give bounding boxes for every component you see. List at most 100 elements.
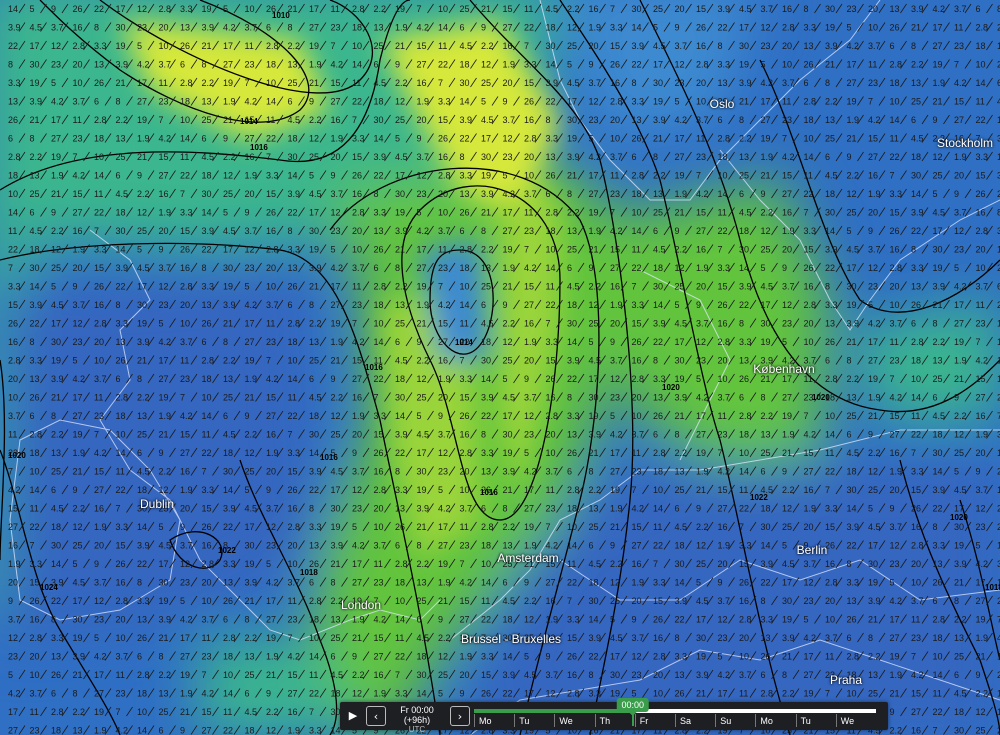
wind-value: 26 xyxy=(653,411,663,421)
wind-value: 4.5 xyxy=(954,485,967,495)
wind-value: 7 xyxy=(352,319,357,329)
timeline-day[interactable]: We xyxy=(835,714,854,727)
wind-value: 9 xyxy=(782,467,787,477)
wind-value: 2.2 xyxy=(782,485,795,495)
timeline-day[interactable]: Tu xyxy=(514,714,529,727)
wind-value: 3.7 xyxy=(610,152,623,162)
city-brussel[interactable]: Brussel - Bruxelles xyxy=(461,632,561,646)
timeline-day[interactable]: Mo xyxy=(474,714,492,727)
wind-value: 3.9 xyxy=(202,23,215,33)
wind-value: 3.7 xyxy=(632,430,645,440)
wind-value: 10 xyxy=(438,4,448,14)
wind-value: 9 xyxy=(245,411,250,421)
city-dublin[interactable]: Dublin xyxy=(140,497,174,511)
timeline-day[interactable]: Tu xyxy=(795,714,811,727)
play-button[interactable]: ▶ xyxy=(344,706,362,724)
isobar-label: 1020 xyxy=(950,513,968,522)
wind-value: 18 xyxy=(546,226,556,236)
wind-value: 3.9 xyxy=(481,393,494,403)
timeline-track[interactable] xyxy=(474,709,876,713)
wind-value: 5 xyxy=(51,282,56,292)
wind-value: 3.9 xyxy=(137,541,150,551)
wind-value: 4.5 xyxy=(933,411,946,421)
wind-value: 16 xyxy=(8,541,18,551)
wind-value: 20 xyxy=(653,670,663,680)
wind-value: 6 xyxy=(847,633,852,643)
timeline-current-marker[interactable]: 00:00 xyxy=(616,698,650,716)
wind-value: 4.5 xyxy=(675,522,688,532)
wind-value: 12 xyxy=(804,578,814,588)
wind-value: 17 xyxy=(417,245,427,255)
wind-value: 8 xyxy=(202,60,207,70)
wind-value: 5 xyxy=(180,596,185,606)
wind-value: 9 xyxy=(395,60,400,70)
wind-value: 21 xyxy=(954,578,964,588)
wind-map[interactable]: 14 5 9 26 22 17 12 2.8 3.3 19 5 10 26 21 17 11 2.8 2.2 19 7… xyxy=(0,0,1000,735)
timeline-day[interactable]: Su xyxy=(715,714,731,727)
wind-value: 10 xyxy=(890,97,900,107)
wind-value: 20 xyxy=(782,245,792,255)
wind-value: 2.8 xyxy=(266,245,279,255)
wind-value: 6 xyxy=(911,115,916,125)
wind-value: 14 xyxy=(653,300,663,310)
wind-value: 2.2 xyxy=(847,374,860,384)
wind-value: 7 xyxy=(202,467,207,477)
wind-value: 2.8 xyxy=(94,319,107,329)
wind-value: 8 xyxy=(653,152,658,162)
wind-value: 7 xyxy=(546,319,551,329)
wind-value: 23 xyxy=(890,559,900,569)
wind-value: 3.9 xyxy=(954,559,967,569)
wind-value: 11 xyxy=(954,23,963,33)
wind-value: 10 xyxy=(309,633,319,643)
wind-value: 4.5 xyxy=(675,319,688,329)
wind-value: 4.2 xyxy=(266,374,279,384)
wind-value: 30 xyxy=(675,559,685,569)
wind-value: 3.9 xyxy=(30,300,43,310)
wind-value: 4.5 xyxy=(481,319,494,329)
wind-value: 3.3 xyxy=(94,245,107,255)
city-praha[interactable]: Praha xyxy=(830,673,862,687)
timeline-day[interactable]: We xyxy=(554,714,573,727)
city-london[interactable]: London xyxy=(341,598,381,612)
wind-value: 18 xyxy=(288,134,298,144)
wind-value: 15 xyxy=(610,41,620,51)
wind-value: 18 xyxy=(954,707,964,717)
timeline-day[interactable]: Mo xyxy=(755,714,773,727)
timeline-day[interactable]: Th xyxy=(594,714,610,727)
wind-value: 7 xyxy=(911,448,916,458)
city-amsterdam[interactable]: Amsterdam xyxy=(497,551,558,565)
wind-value: 1.9 xyxy=(460,652,473,662)
city-oslo[interactable]: Oslo xyxy=(710,97,735,111)
wind-value: 25 xyxy=(675,485,685,495)
timeline-day[interactable]: Sa xyxy=(675,714,691,727)
isobar-label: 1016 xyxy=(320,453,338,462)
wind-value: 21 xyxy=(159,430,169,440)
wind-value: 15 xyxy=(202,707,212,717)
wind-value: 13 xyxy=(954,633,964,643)
wind-value: 5 xyxy=(524,652,529,662)
wind-value: 5 xyxy=(438,689,443,699)
wind-value: 9 xyxy=(51,4,56,14)
wind-value: 7 xyxy=(395,670,400,680)
wind-value: 27 xyxy=(632,541,642,551)
wind-value: 2.8 xyxy=(8,152,21,162)
city-berlin[interactable]: Berlin xyxy=(797,543,828,557)
wind-value: 30 xyxy=(73,615,83,625)
previous-step-button[interactable]: ‹ xyxy=(366,706,386,726)
wind-value: 14 xyxy=(546,60,556,70)
next-step-button[interactable]: › xyxy=(450,706,470,726)
wind-value: 3.7 xyxy=(352,467,365,477)
wind-value: 1.9 xyxy=(782,226,795,236)
city-kobenhavn[interactable]: København xyxy=(753,362,814,376)
wind-value: 5 xyxy=(696,374,701,384)
wind-value: 3.9 xyxy=(567,356,580,366)
city-stockholm[interactable]: Stockholm xyxy=(937,136,993,150)
wind-value: 18 xyxy=(675,541,685,551)
wind-value: 5 xyxy=(718,652,723,662)
wind-value: 17 xyxy=(954,300,964,310)
wind-value: 15 xyxy=(94,467,104,477)
wind-value: 3.3 xyxy=(632,300,645,310)
wind-value: 5 xyxy=(847,23,852,33)
timeline-day[interactable]: Fr xyxy=(634,714,648,727)
wind-value: 10 xyxy=(546,245,556,255)
